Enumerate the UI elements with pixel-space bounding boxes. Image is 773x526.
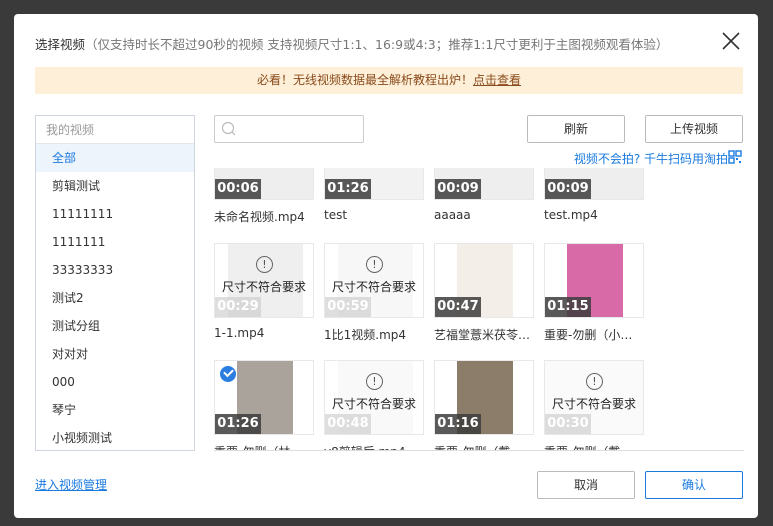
video-item[interactable]: ! 尺寸不符合要求 00:48 v8剪辑后.mp4 bbox=[324, 360, 424, 450]
notice-banner: 必看！无线视频数据最全解析教程出炉！点击查看 bbox=[35, 67, 743, 94]
banner-text: 必看！无线视频数据最全解析教程出炉！ bbox=[256, 73, 473, 87]
video-item[interactable]: 01:26 test bbox=[324, 168, 424, 222]
folder-item[interactable]: 1111111 bbox=[36, 228, 194, 256]
select-video-dialog: 选择视频（仅支持时长不超过90秒的视频 支持视频尺寸1:1、16:9或4:3；推… bbox=[14, 14, 758, 518]
refresh-button[interactable]: 刷新 bbox=[527, 115, 625, 143]
warning-icon: ! bbox=[366, 373, 383, 390]
invalid-text: 尺寸不符合要求 bbox=[551, 397, 636, 411]
search-icon bbox=[221, 121, 236, 136]
duration-badge: 01:26 bbox=[325, 179, 371, 199]
confirm-button[interactable]: 确认 bbox=[645, 471, 743, 499]
video-item[interactable]: 01:16 重要-勿删（戴… bbox=[434, 360, 534, 450]
video-item[interactable]: ! 尺寸不符合要求 00:30 重要-勿删（戴… bbox=[544, 360, 644, 450]
video-name: v8剪辑后.mp4 bbox=[324, 443, 424, 450]
duration-badge: 01:15 bbox=[545, 297, 591, 317]
video-name: 重要-勿删（林… bbox=[214, 443, 314, 450]
folder-item[interactable]: 剪辑测试 bbox=[36, 172, 194, 200]
invalid-overlay: ! 尺寸不符合要求 00:59 bbox=[325, 244, 423, 317]
cancel-button[interactable]: 取消 bbox=[537, 471, 635, 499]
upload-video-button[interactable]: 上传视频 bbox=[645, 115, 743, 143]
video-item[interactable]: 00:06 未命名视频.mp4 bbox=[214, 168, 314, 225]
invalid-text: 尺寸不符合要求 bbox=[331, 397, 416, 411]
video-thumbnail[interactable]: 01:26 bbox=[324, 168, 424, 200]
video-thumbnail[interactable]: 00:06 bbox=[214, 168, 314, 200]
folder-item[interactable]: 琴宁 bbox=[36, 396, 194, 424]
video-item[interactable]: ! 尺寸不符合要求 00:59 1比1视频.mp4 bbox=[324, 243, 424, 343]
duration-badge: 00:48 bbox=[325, 414, 371, 434]
invalid-overlay: ! 尺寸不符合要求 00:48 bbox=[325, 361, 423, 434]
duration-badge: 00:59 bbox=[325, 297, 371, 317]
video-item[interactable]: 00:47 艺福堂薏米茯苓… bbox=[434, 243, 534, 343]
video-name: 重要-勿删（小… bbox=[544, 328, 633, 342]
folder-item[interactable]: 对对对 bbox=[36, 340, 194, 368]
video-thumbnail[interactable]: 00:47 bbox=[434, 243, 534, 318]
selected-check-icon[interactable] bbox=[219, 365, 237, 383]
duration-badge: 00:09 bbox=[545, 179, 591, 199]
folder-item[interactable]: 000 bbox=[36, 368, 194, 396]
duration-badge: 00:29 bbox=[215, 297, 261, 317]
invalid-text: 尺寸不符合要求 bbox=[331, 280, 416, 294]
video-thumbnail[interactable]: ! 尺寸不符合要求 00:48 bbox=[324, 360, 424, 435]
duration-badge: 00:06 bbox=[215, 179, 261, 199]
title-subtitle: （仅支持时长不超过90秒的视频 支持视频尺寸1:1、16:9或4:3；推荐1:1… bbox=[85, 37, 669, 52]
video-item[interactable]: 00:09 aaaaa bbox=[434, 168, 534, 222]
folder-item[interactable]: 11111111 bbox=[36, 200, 194, 228]
video-name: aaaaa bbox=[434, 208, 471, 222]
video-thumbnail[interactable]: 01:26 bbox=[214, 360, 314, 435]
video-thumbnail[interactable]: ! 尺寸不符合要求 00:30 bbox=[544, 360, 644, 435]
video-item[interactable]: ! 尺寸不符合要求 00:29 1-1.mp4 bbox=[214, 243, 314, 340]
invalid-overlay: ! 尺寸不符合要求 00:30 bbox=[545, 361, 643, 434]
close-icon[interactable] bbox=[720, 30, 742, 52]
folder-item[interactable]: 全部 bbox=[36, 144, 194, 172]
warning-icon: ! bbox=[366, 256, 383, 273]
duration-badge: 00:09 bbox=[435, 179, 481, 199]
folder-list-header: 我的视频 bbox=[36, 116, 194, 144]
help-link[interactable]: 视频不会拍? 千牛扫码用淘拍 bbox=[574, 150, 728, 167]
video-name: 艺福堂薏米茯苓… bbox=[434, 328, 531, 342]
video-item[interactable]: 01:15 重要-勿删（小… bbox=[544, 243, 644, 343]
video-thumbnail[interactable]: 01:15 bbox=[544, 243, 644, 318]
dialog-title: 选择视频（仅支持时长不超过90秒的视频 支持视频尺寸1:1、16:9或4:3；推… bbox=[35, 34, 668, 53]
video-name: 重要-勿删（戴… bbox=[544, 443, 644, 450]
video-name: test bbox=[324, 208, 348, 222]
warning-icon: ! bbox=[256, 256, 273, 273]
folder-item[interactable]: 测试2 bbox=[36, 284, 194, 312]
banner-link[interactable]: 点击查看 bbox=[473, 73, 521, 87]
video-thumbnail[interactable]: ! 尺寸不符合要求 00:59 bbox=[324, 243, 424, 318]
video-name: 1比1视频.mp4 bbox=[324, 328, 407, 342]
folder-item[interactable]: 测试分组 bbox=[36, 312, 194, 340]
video-grid: 00:06 未命名视频.mp4 01:26 test 00:09 aaaaa 0… bbox=[214, 168, 744, 451]
video-thumbnail[interactable]: 01:16 bbox=[434, 360, 534, 435]
video-name: 1-1.mp4 bbox=[214, 326, 265, 340]
duration-badge: 00:47 bbox=[435, 297, 481, 317]
video-name: 重要-勿删（戴… bbox=[434, 443, 534, 450]
warning-icon: ! bbox=[586, 373, 603, 390]
video-thumbnail[interactable]: ! 尺寸不符合要求 00:29 bbox=[214, 243, 314, 318]
video-item[interactable]: 01:26 重要-勿删（林… bbox=[214, 360, 314, 450]
invalid-overlay: ! 尺寸不符合要求 00:29 bbox=[215, 244, 313, 317]
video-item[interactable]: 00:09 test.mp4 bbox=[544, 168, 644, 222]
duration-badge: 00:30 bbox=[545, 414, 591, 434]
duration-badge: 01:16 bbox=[435, 414, 481, 434]
title-text: 选择视频 bbox=[35, 37, 86, 52]
video-thumbnail[interactable]: 00:09 bbox=[434, 168, 534, 200]
video-name: test.mp4 bbox=[544, 208, 598, 222]
folder-item[interactable]: 小视频测试 bbox=[36, 424, 194, 450]
duration-badge: 01:26 bbox=[215, 414, 261, 434]
invalid-text: 尺寸不符合要求 bbox=[221, 280, 306, 294]
video-management-link[interactable]: 进入视频管理 bbox=[35, 476, 107, 493]
video-name: 未命名视频.mp4 bbox=[214, 210, 305, 224]
search-input[interactable] bbox=[214, 115, 364, 143]
qr-code-icon[interactable] bbox=[728, 150, 742, 164]
video-thumbnail[interactable]: 00:09 bbox=[544, 168, 644, 200]
folder-item[interactable]: 33333333 bbox=[36, 256, 194, 284]
folder-list: 我的视频 全部 剪辑测试 11111111 1111111 33333333 测试2 测试分… bbox=[35, 115, 195, 451]
